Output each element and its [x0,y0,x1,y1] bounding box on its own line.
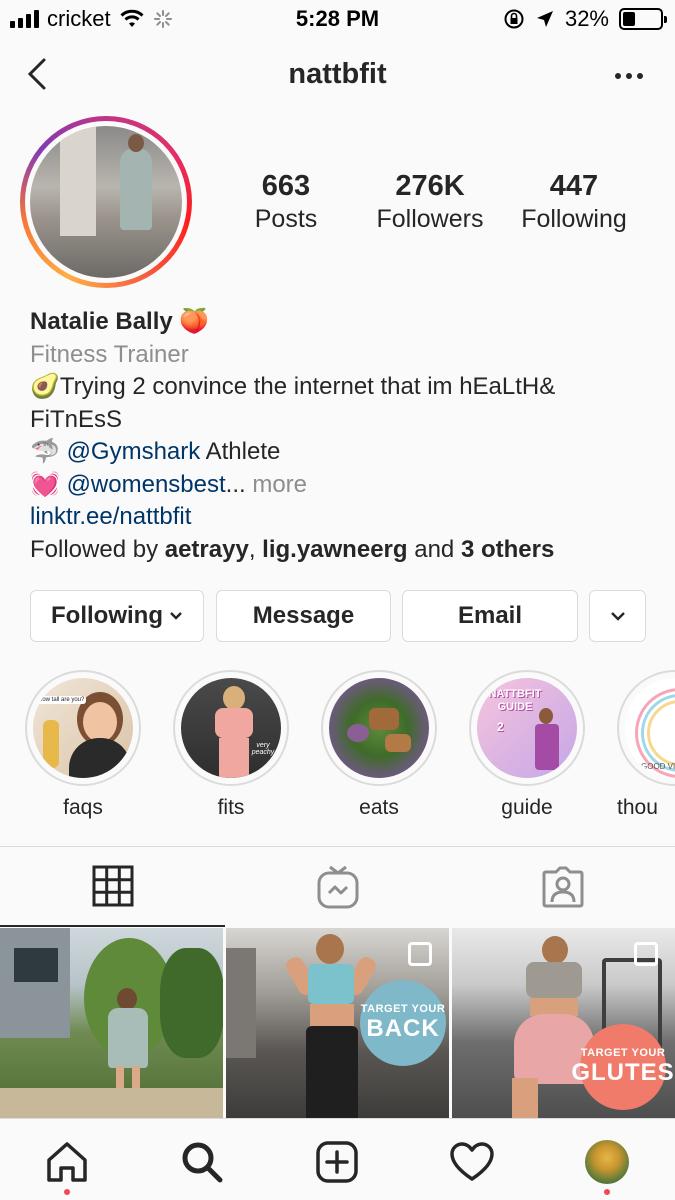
profile-header: nattbfit [0,48,675,104]
message-button[interactable]: Message [216,590,391,642]
profile-category: Fitness Trainer [30,340,189,368]
badge-small-text: TARGET YOUR [360,1003,446,1015]
chevron-down-icon [170,612,182,620]
bottom-navigation [0,1118,675,1200]
avatar-photo [30,126,182,278]
message-button-label: Message [252,602,355,629]
badge-big-text: GLUTES [571,1059,675,1086]
email-button-label: Email [457,602,523,629]
highlight-label: thou [617,796,658,819]
faqs-highlight-caption: how tall are you? [37,696,87,704]
bio-website-link[interactable]: linktr.ee/nattbfit [30,501,650,534]
battery-icon [619,8,667,30]
battery-percent: 32% [564,6,609,31]
badge-small-text: TARGET YOUR [580,1047,666,1059]
nav-activity[interactable] [447,1137,497,1187]
followers-label: Followers [376,205,484,233]
grid-icon [92,865,133,907]
highlight-fits[interactable]: very peachy fits [173,670,289,820]
igtv-icon [317,865,358,909]
bio-more-link[interactable]: more [246,471,307,498]
followed-and: and [407,535,461,563]
fits-highlight-caption: very peachy [251,742,275,756]
followed-by-prefix: Followed by [30,535,165,563]
guide-art-number: 2 [497,720,504,734]
post-thumbnail[interactable] [0,928,223,1118]
carousel-icon [634,942,658,966]
followed-sep: , [248,535,263,563]
plus-square-icon [316,1141,358,1183]
post-badge: TARGET YOUR GLUTES [571,1024,674,1110]
stat-following[interactable]: 447 Following [504,170,644,234]
following-button[interactable]: Following [30,590,204,642]
display-name: Natalie Bally [30,308,173,335]
post-thumbnail[interactable]: TARGET YOUR GLUTES [452,928,675,1118]
tagged-person-icon [542,866,583,908]
profile-bio: Natalie Bally 🍑 Fitness Trainer 🥑Trying … [30,306,650,566]
heart-emoji: 💓 [30,470,60,498]
highlight-guide[interactable]: NATTBFIT GUIDE 2 guide [469,670,585,820]
chevron-down-icon [610,612,625,621]
username-title: nattbfit [288,58,387,90]
followed-user-1: aetrayy [164,535,249,563]
bio-line-1a: Trying 2 convince the internet that im h… [59,373,556,400]
posts-count: 663 [261,170,311,202]
posts-label: Posts [254,205,318,233]
following-button-label: Following [51,602,163,629]
suggested-accounts-button[interactable] [589,590,646,642]
bio-line-2-text: Athlete [200,438,281,465]
followers-count: 276K [395,170,465,202]
stat-posts[interactable]: 663 Posts [216,170,356,234]
thou-highlight-caption: GOOD VIB [641,762,675,771]
search-icon [182,1142,223,1183]
posts-grid: TARGET YOUR BACK TARGET YOUR GLUTES [0,928,675,1118]
followed-others: 3 others [460,535,555,563]
tab-tagged[interactable] [450,847,675,927]
followed-user-2: lig.yawneerg [262,535,408,563]
highlight-faqs[interactable]: how tall are you? faqs [25,670,141,820]
highlight-label: fits [217,796,245,819]
status-bar: cricket 5:28 PM 32% [0,0,675,40]
following-label: Following [521,205,627,233]
highlight-label: faqs [63,796,103,819]
avocado-emoji: 🥑 [30,373,60,400]
home-icon [47,1142,87,1182]
profile-notification-dot [604,1189,610,1195]
bio-line-1b: FiTnEsS [30,405,123,433]
following-count: 447 [549,170,599,202]
tab-grid[interactable] [0,847,225,927]
tab-igtv[interactable] [225,847,450,927]
orientation-lock-icon [504,9,524,29]
post-thumbnail[interactable]: TARGET YOUR BACK [226,928,449,1118]
profile-avatar[interactable] [20,116,192,288]
mention-gymshark[interactable]: @Gymshark [67,438,201,465]
location-arrow-icon [536,11,553,27]
mention-womensbest[interactable]: @womensbest [67,471,226,498]
profile-avatar-icon [585,1140,629,1184]
shark-emoji: 🦈 [30,438,60,465]
nav-home[interactable] [42,1137,92,1187]
highlight-label: guide [501,796,553,819]
email-button[interactable]: Email [402,590,578,642]
post-badge: TARGET YOUR BACK [360,980,446,1066]
stat-followers[interactable]: 276K Followers [360,170,500,234]
nav-new-post[interactable] [312,1137,362,1187]
bio-ellipsis: ... [225,470,246,498]
highlight-label: eats [359,796,399,819]
badge-big-text: BACK [366,1015,440,1042]
carousel-icon [408,942,432,966]
more-horizontal-icon[interactable] [613,66,645,86]
peach-emoji: 🍑 [179,308,210,335]
followed-by[interactable]: Followed by aetrayy, lig.yawneerg and 3 … [30,534,650,567]
profile-tabs [0,847,675,927]
highlight-thou[interactable]: GOOD VIB thou [617,670,675,820]
highlight-eats[interactable]: eats [321,670,437,820]
heart-icon [450,1142,494,1181]
home-notification-dot [64,1189,70,1195]
nav-profile[interactable] [582,1137,632,1187]
guide-art-title: NATTBFIT GUIDE [488,688,542,713]
nav-search[interactable] [177,1137,227,1187]
